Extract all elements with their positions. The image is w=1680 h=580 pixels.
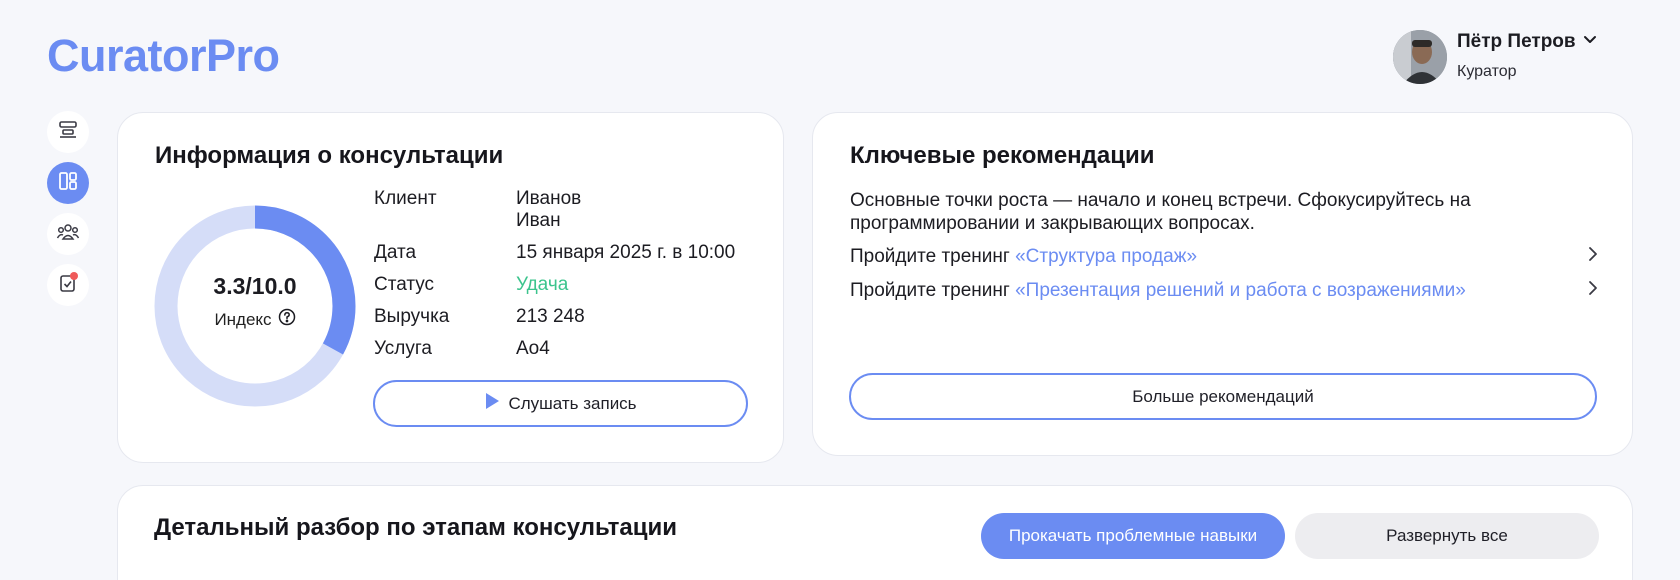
- field-value: Ao4: [516, 338, 550, 359]
- stages-icon: [57, 119, 79, 146]
- score-label: Индекс: [214, 308, 295, 331]
- training-link[interactable]: «Структура продаж»: [1015, 246, 1197, 267]
- dashboard-icon: [57, 170, 79, 197]
- recommendation-text: Пройдите тренинг «Презентация решений и …: [850, 280, 1466, 302]
- sidebar-nav: [47, 111, 89, 315]
- client-first-name: Иван: [516, 210, 561, 231]
- consultation-details: Клиент Иванов Иван Дата 15 января 2025 г…: [374, 188, 754, 359]
- field-label: Статус: [374, 274, 435, 295]
- consultation-title: Информация о консультации: [155, 142, 504, 169]
- score-value: 3.3/10.0: [213, 273, 297, 299]
- notification-badge: [70, 272, 78, 280]
- recommendation-prefix: Пройдите тренинг: [850, 280, 1016, 301]
- user-menu[interactable]: Пётр Петров Куратор: [1393, 30, 1633, 86]
- avatar: [1393, 30, 1447, 84]
- recommendations-card: Ключевые рекомендации Основные точки рос…: [812, 112, 1633, 456]
- score-display: 3.3/10.0 Индекс: [154, 205, 356, 407]
- help-icon[interactable]: [278, 308, 296, 331]
- chevron-right-icon: [1586, 246, 1600, 268]
- field-value: 213 248: [516, 306, 585, 327]
- play-icon: [484, 392, 500, 415]
- recommendation-item[interactable]: Пройдите тренинг «Презентация решений и …: [850, 278, 1600, 304]
- field-value: Иванов Иван: [516, 188, 756, 232]
- status-value: Удача: [516, 274, 569, 295]
- recommendation-item[interactable]: Пройдите тренинг «Структура продаж»: [850, 244, 1600, 270]
- stage-breakdown-title: Детальный разбор по этапам консультации: [154, 514, 677, 541]
- listen-recording-button[interactable]: Слушать запись: [373, 380, 748, 427]
- recommendation-text: Пройдите тренинг «Структура продаж»: [850, 246, 1197, 268]
- recommendation-prefix: Пройдите тренинг: [850, 246, 1016, 267]
- sidebar-item-stages[interactable]: [47, 111, 89, 153]
- field-label: Клиент: [374, 188, 437, 209]
- field-label: Выручка: [374, 306, 450, 327]
- more-recommendations-button[interactable]: Больше рекомендаций: [849, 373, 1597, 420]
- stage-breakdown-card: Детальный разбор по этапам консультации …: [117, 485, 1633, 580]
- chevron-right-icon: [1586, 280, 1600, 302]
- chevron-down-icon: [1582, 30, 1598, 54]
- expand-all-button[interactable]: Развернуть все: [1295, 513, 1599, 559]
- sidebar-item-team[interactable]: [47, 213, 89, 255]
- listen-label: Слушать запись: [508, 393, 637, 413]
- field-label: Дата: [374, 242, 417, 263]
- app-logo: CuratorPro: [47, 30, 280, 81]
- recommendations-summary: Основные точки роста — начало и конец вс…: [850, 190, 1471, 234]
- pump-skills-button[interactable]: Прокачать проблемные навыки: [981, 513, 1285, 559]
- consultation-card: Информация о консультации 3.3/10.0 Индек…: [117, 112, 784, 463]
- user-role: Куратор: [1457, 63, 1517, 80]
- client-last-name: Иванов: [516, 188, 582, 209]
- field-label: Услуга: [374, 338, 432, 359]
- index-label: Индекс: [214, 309, 272, 329]
- team-icon: [56, 221, 80, 248]
- recommendations-title: Ключевые рекомендации: [850, 142, 1155, 169]
- user-name-label: Пётр Петров: [1457, 31, 1576, 52]
- field-client: Клиент Иванов Иван: [374, 188, 754, 243]
- sidebar-item-tasks[interactable]: [47, 264, 89, 306]
- training-link[interactable]: «Презентация решений и работа с возражен…: [1015, 280, 1466, 301]
- user-name[interactable]: Пётр Петров: [1457, 30, 1598, 54]
- field-value: 15 января 2025 г. в 10:00: [516, 242, 736, 263]
- sidebar-item-dashboard[interactable]: [47, 162, 89, 204]
